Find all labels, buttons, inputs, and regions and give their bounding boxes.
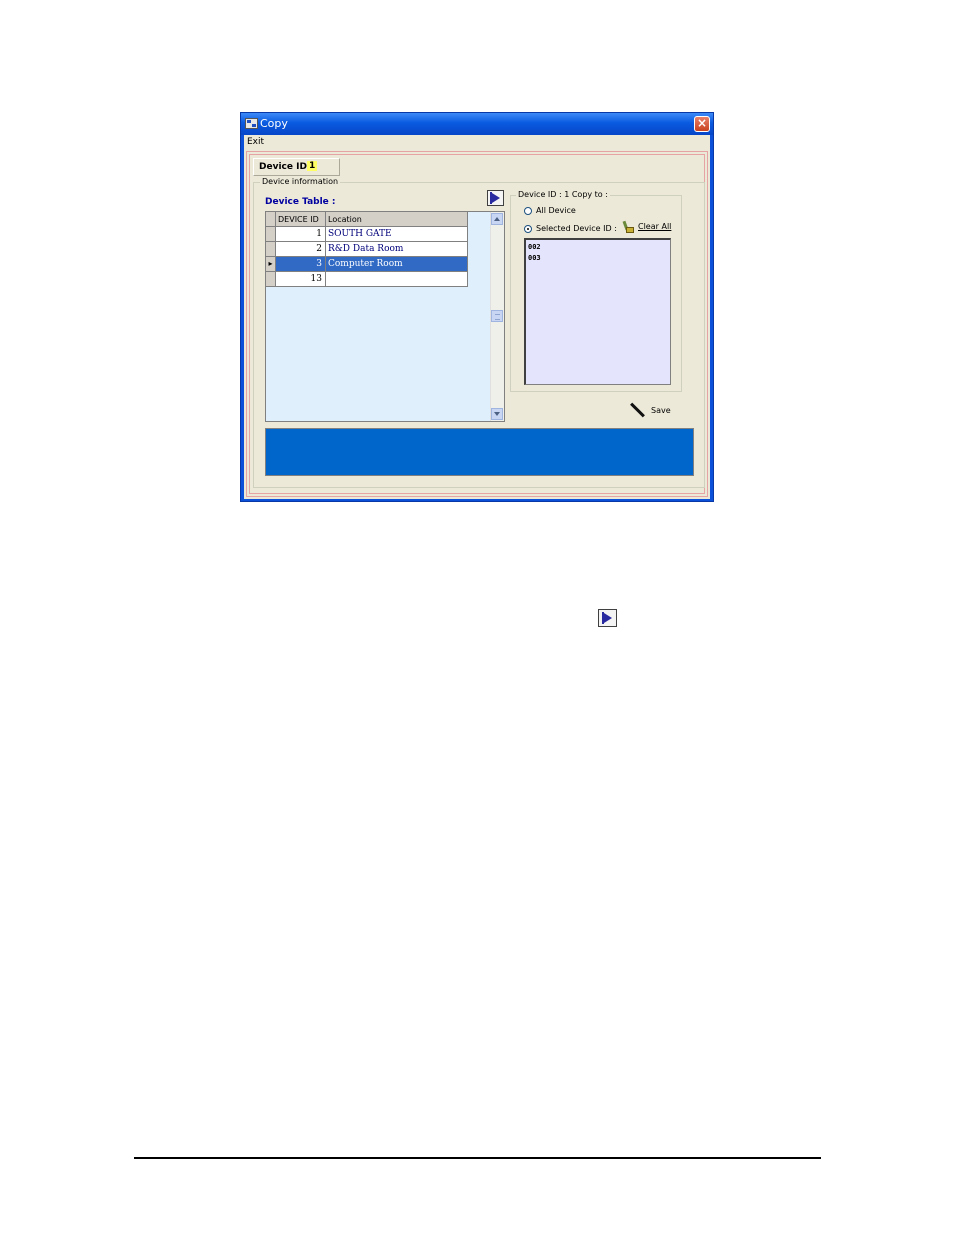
device-id-value: 1 xyxy=(307,161,318,171)
cell-location[interactable]: SOUTH GATE xyxy=(326,227,468,242)
clear-all-button[interactable]: Clear All xyxy=(622,221,672,235)
scroll-down-button[interactable] xyxy=(491,408,503,420)
footer-rule xyxy=(134,1157,821,1159)
table-row[interactable]: 13 xyxy=(266,272,468,287)
table-scrollbar[interactable] xyxy=(490,212,504,421)
row-selector[interactable] xyxy=(266,242,276,257)
close-button[interactable]: × xyxy=(694,116,710,132)
row-selector[interactable] xyxy=(266,227,276,242)
pen-icon xyxy=(630,403,646,419)
row-selector[interactable] xyxy=(266,272,276,287)
list-item[interactable]: 003 xyxy=(528,253,668,264)
copy-to-legend: Device ID : 1 Copy to : xyxy=(516,190,610,199)
device-id-box: Device ID : 1 xyxy=(253,158,340,176)
column-header-device-id[interactable]: DEVICE ID xyxy=(276,212,326,227)
row-selector-header xyxy=(266,212,276,227)
cell-device-id[interactable]: 1 xyxy=(276,227,326,242)
title-bar[interactable]: Copy × xyxy=(241,113,713,135)
add-to-copy-button[interactable] xyxy=(487,190,504,206)
list-item[interactable]: 002 xyxy=(528,242,668,253)
scroll-thumb[interactable] xyxy=(491,310,503,322)
all-device-radio[interactable] xyxy=(524,207,532,215)
play-arrow-icon xyxy=(598,609,617,627)
window-title: Copy xyxy=(260,117,288,130)
cell-location[interactable] xyxy=(326,272,468,287)
scroll-up-button[interactable] xyxy=(491,213,503,225)
window-client-area: Exit Device ID : 1 Device information De… xyxy=(244,135,710,499)
device-table[interactable]: DEVICE ID Location 1 SOUTH GATE 2 R&D Data … xyxy=(265,211,505,422)
table-row[interactable]: 2 R&D Data Room xyxy=(266,242,468,257)
table-header: DEVICE ID Location xyxy=(266,212,468,227)
selected-device-radio[interactable] xyxy=(524,225,532,233)
status-panel xyxy=(265,428,694,476)
menu-exit[interactable]: Exit xyxy=(247,137,264,147)
all-device-label[interactable]: All Device xyxy=(536,206,576,215)
cell-device-id[interactable]: 2 xyxy=(276,242,326,257)
menu-bar: Exit xyxy=(244,135,710,149)
clear-all-label: Clear All xyxy=(638,222,672,231)
device-table-label: Device Table : xyxy=(265,197,336,207)
save-label: Save xyxy=(651,406,671,415)
broom-icon xyxy=(622,221,635,234)
cell-device-id[interactable]: 3 xyxy=(276,257,326,272)
column-header-location[interactable]: Location xyxy=(326,212,468,227)
device-information-legend: Device information xyxy=(260,177,341,186)
copy-window: Copy × Exit Device ID : 1 Device informa… xyxy=(240,112,714,502)
table-row[interactable]: 1 SOUTH GATE xyxy=(266,227,468,242)
row-selector[interactable]: ▸ xyxy=(266,257,276,272)
cell-device-id[interactable]: 13 xyxy=(276,272,326,287)
selected-device-list[interactable]: 002 003 xyxy=(524,238,671,385)
cell-location[interactable]: R&D Data Room xyxy=(326,242,468,257)
app-window-icon xyxy=(245,118,258,129)
device-id-label: Device ID : xyxy=(259,162,314,172)
table-row[interactable]: ▸ 3 Computer Room xyxy=(266,257,468,272)
cell-location[interactable]: Computer Room xyxy=(326,257,468,272)
save-button[interactable]: Save xyxy=(630,403,674,419)
selected-device-label[interactable]: Selected Device ID : xyxy=(536,224,617,233)
